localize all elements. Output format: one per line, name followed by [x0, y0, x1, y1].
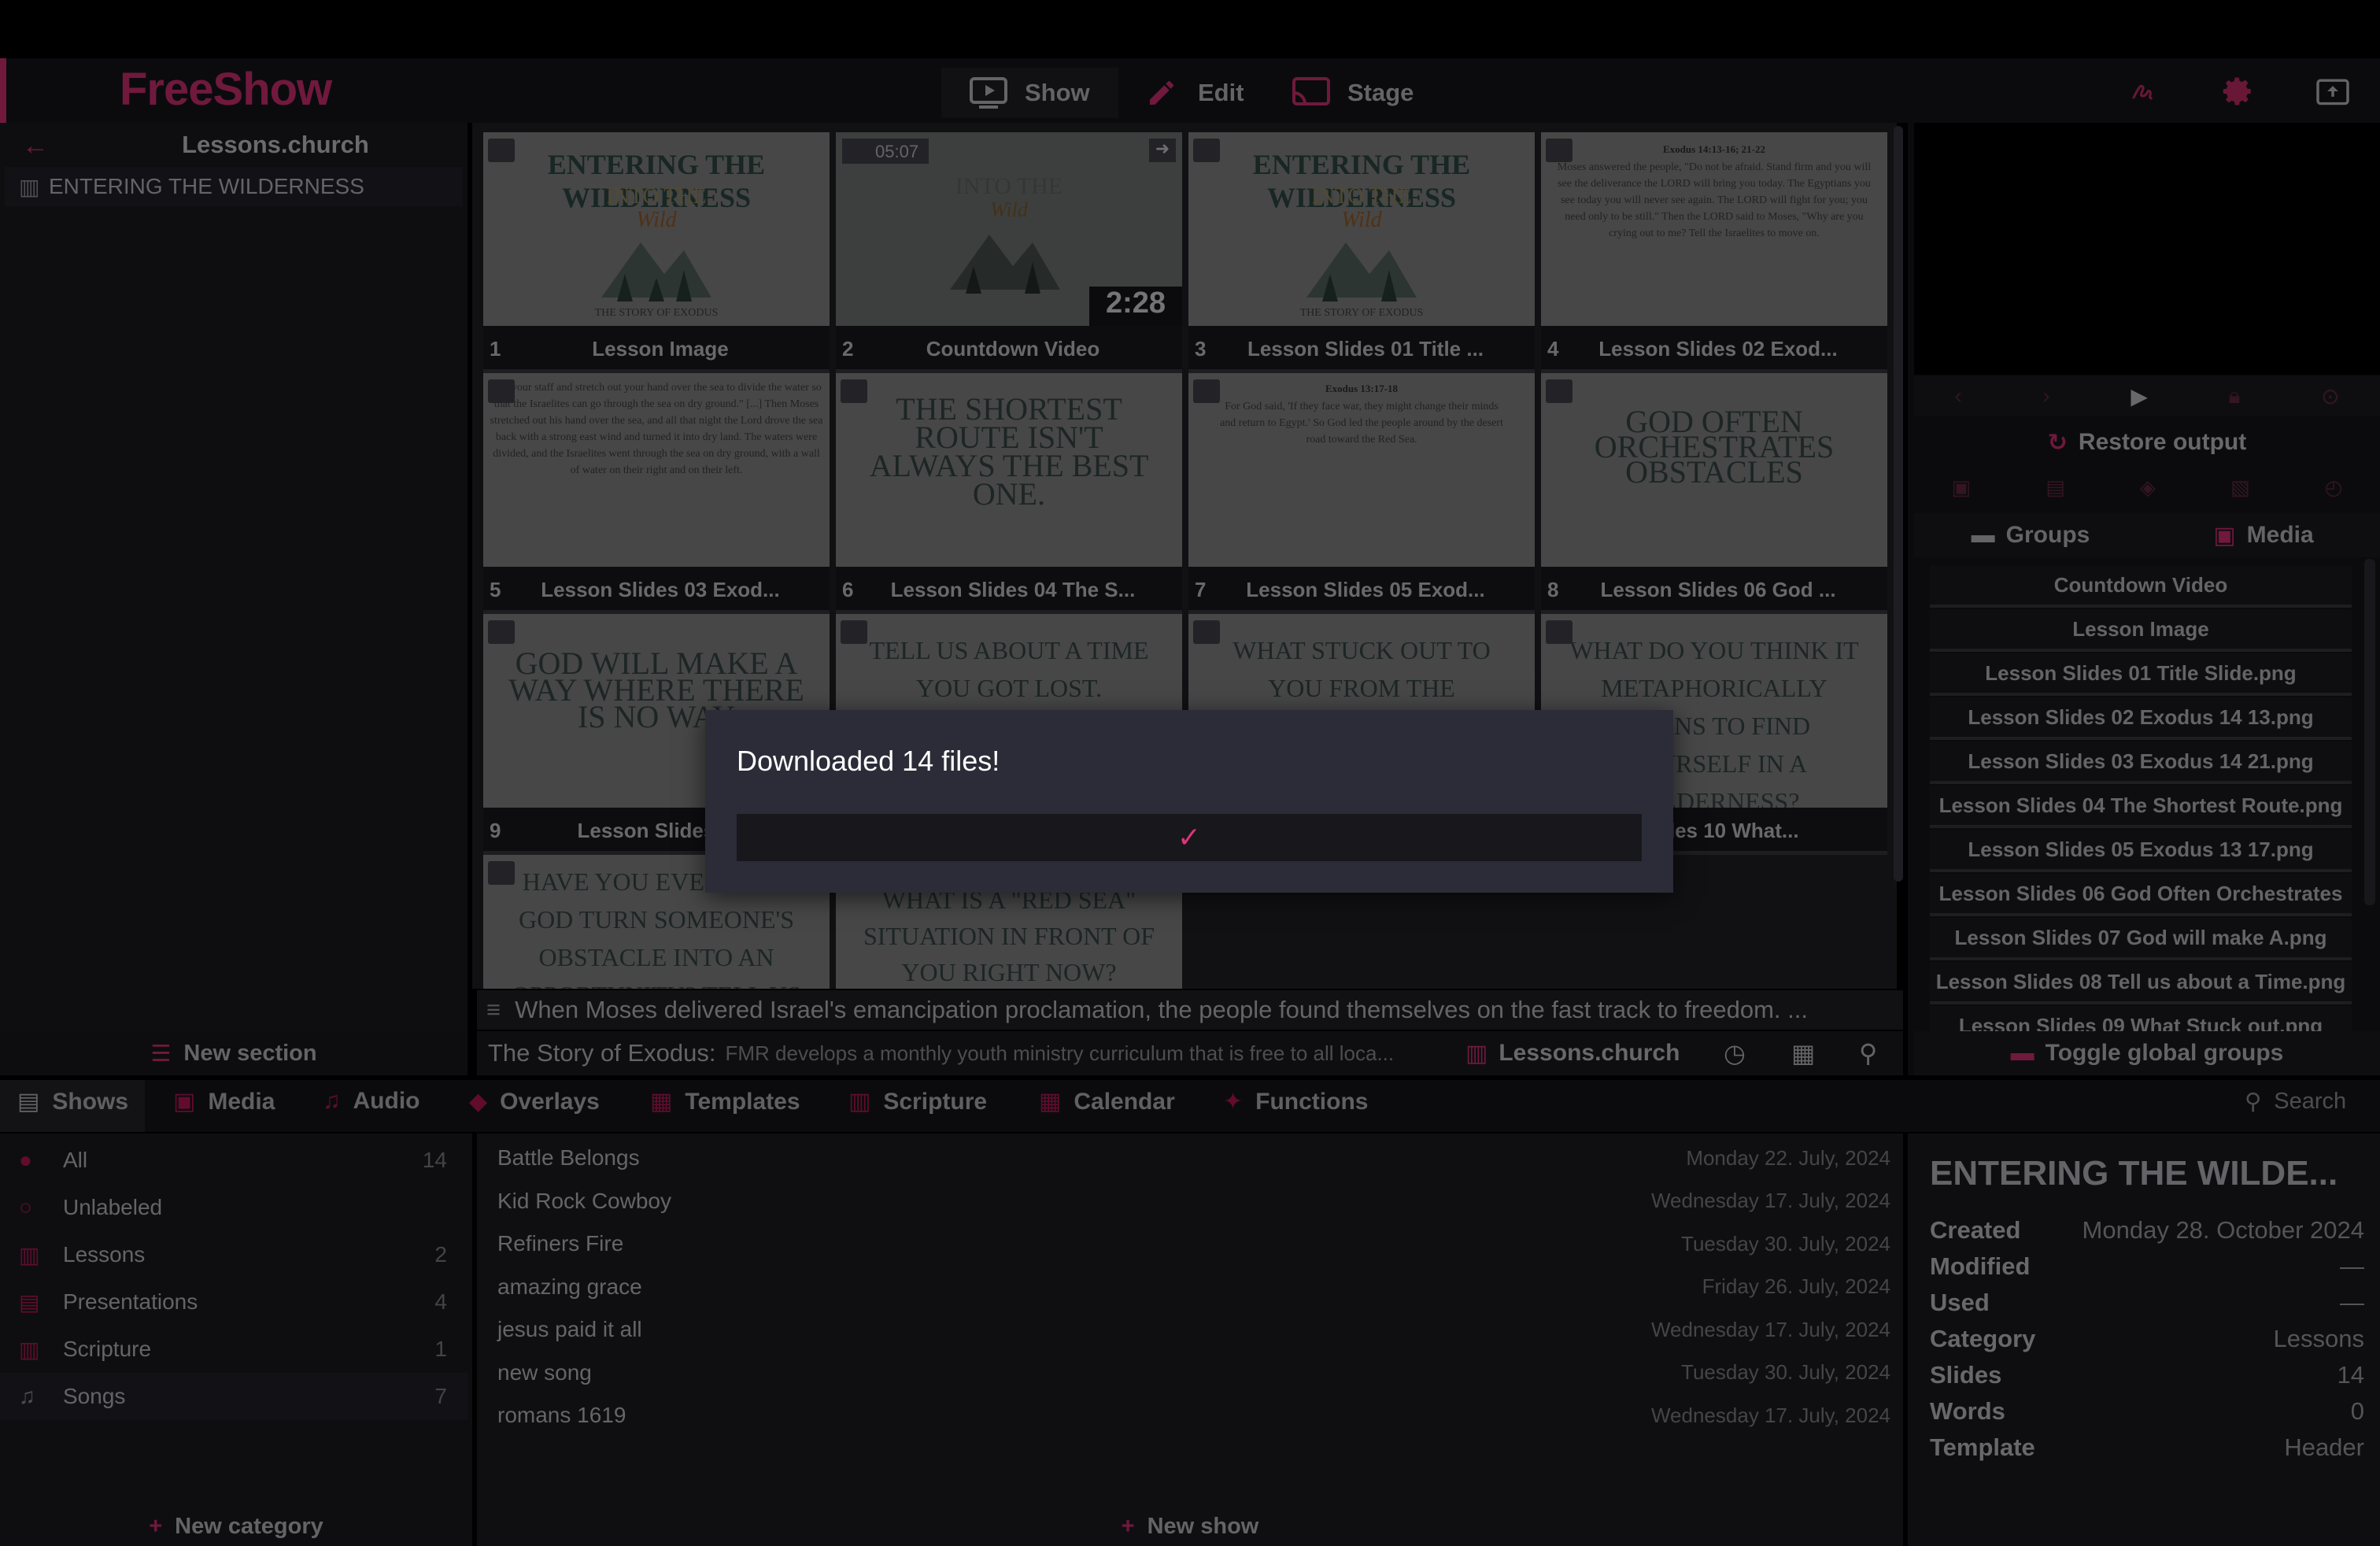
confirm-button[interactable]: ✓: [737, 814, 1642, 861]
dialog-message: Downloaded 14 files!: [737, 745, 1000, 777]
check-icon: ✓: [1177, 821, 1202, 853]
download-dialog: Downloaded 14 files! ✓: [705, 710, 1673, 893]
